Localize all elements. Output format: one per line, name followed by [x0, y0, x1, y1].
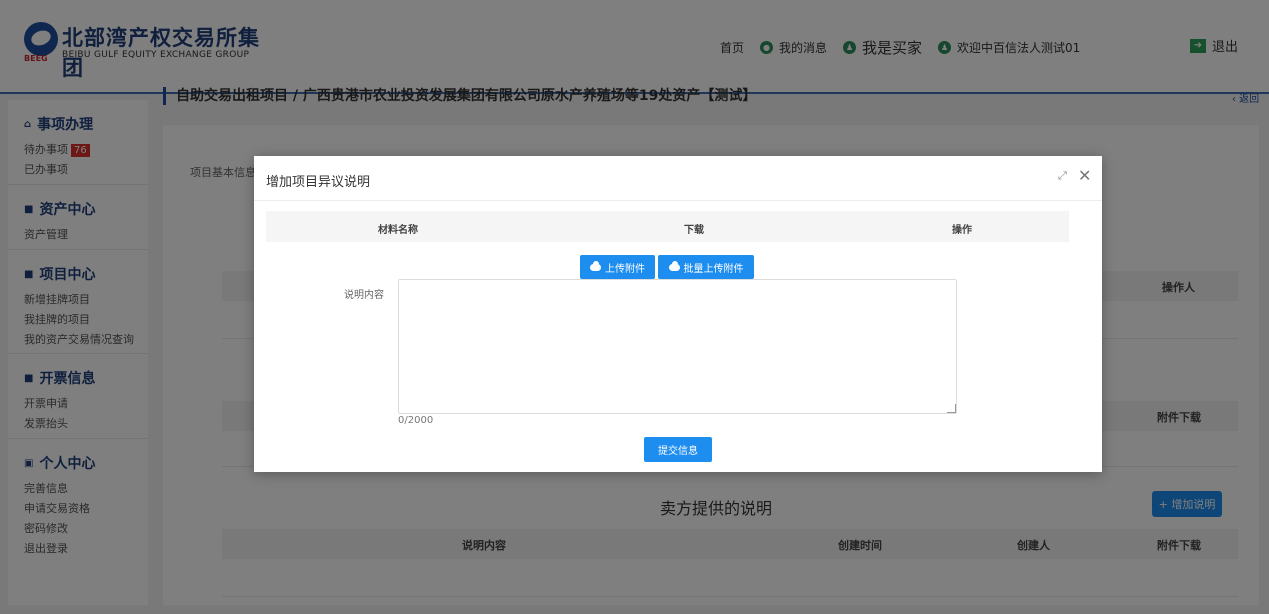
- cloud-upload-icon: [590, 260, 601, 271]
- col-download: 下载: [684, 225, 704, 236]
- desc-label: 说明内容: [344, 290, 384, 301]
- maximize-icon[interactable]: ⤢: [1058, 169, 1067, 183]
- char-count: 0/2000: [398, 415, 434, 426]
- modal-header: 增加项目异议说明 ⤢ ✕: [254, 156, 1102, 201]
- upload-attachment-label: 上传附件: [605, 263, 645, 275]
- upload-attachment-button[interactable]: 上传附件: [580, 255, 655, 279]
- batch-upload-label: 批量上传附件: [683, 263, 744, 275]
- objection-modal: 增加项目异议说明 ⤢ ✕ 材料名称 下载 操作 上传附件 批量上传附件 说明内容…: [254, 156, 1102, 472]
- submit-button[interactable]: 提交信息: [644, 437, 712, 462]
- batch-upload-button[interactable]: 批量上传附件: [658, 255, 754, 279]
- modal-title: 增加项目异议说明: [266, 175, 371, 190]
- resize-handle-icon[interactable]: [947, 404, 956, 413]
- close-icon[interactable]: ✕: [1078, 166, 1091, 185]
- materials-table-header: 材料名称 下载 操作: [266, 211, 1069, 242]
- col-material-name: 材料名称: [378, 225, 418, 236]
- cloud-upload-icon: [668, 260, 680, 271]
- desc-textarea[interactable]: [398, 279, 957, 414]
- col-operation: 操作: [952, 225, 972, 236]
